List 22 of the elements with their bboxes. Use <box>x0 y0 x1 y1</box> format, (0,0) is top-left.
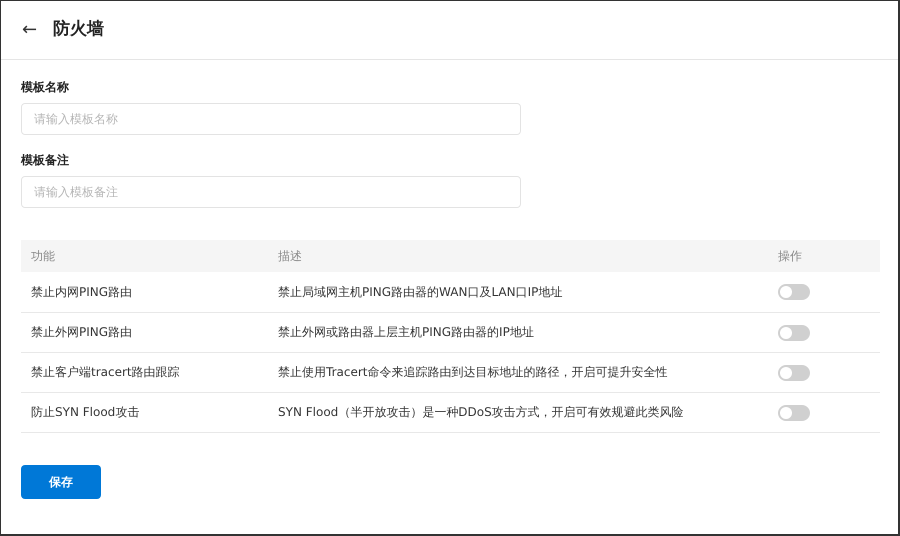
field-label: 模板名称 <box>21 79 70 96</box>
column-header: 功能 <box>21 240 268 272</box>
toggle-switch[interactable] <box>778 284 810 300</box>
field-label: 模板备注 <box>21 152 70 169</box>
save-button[interactable]: 保存 <box>21 464 101 498</box>
table-cell: SYN Flood（半开放攻击）是一种DDoS攻击方式，开启可有效规避此类风险 <box>268 392 768 432</box>
input-field[interactable]: 请输入模板备注 <box>21 176 521 208</box>
toggle-switch[interactable] <box>778 404 810 421</box>
input-field[interactable]: 请输入模板名称 <box>21 103 521 135</box>
column-header: 描述 <box>268 240 768 272</box>
back-button[interactable]: ← <box>22 21 38 39</box>
table-cell: 禁止内网PING路由 <box>21 272 268 312</box>
toggle-switch[interactable] <box>778 324 810 341</box>
table-cell: 禁止使用Tracert命令来追踪路由到达目标地址的路径，开启可提升安全性 <box>268 352 768 392</box>
table-cell: 禁止外网或路由器上层主机PING路由器的IP地址 <box>268 312 768 352</box>
table-cell: 禁止局域网主机PING路由器的WAN口及LAN口IP地址 <box>268 272 768 312</box>
page-title: 防火墙 <box>53 18 104 42</box>
table-cell: 禁止外网PING路由 <box>21 312 268 352</box>
table-cell: 防止SYN Flood攻击 <box>21 392 268 432</box>
table-cell: 禁止客户端tracert路由跟踪 <box>21 352 268 392</box>
column-header: 操作 <box>768 240 880 272</box>
toggle-switch[interactable] <box>778 364 810 381</box>
